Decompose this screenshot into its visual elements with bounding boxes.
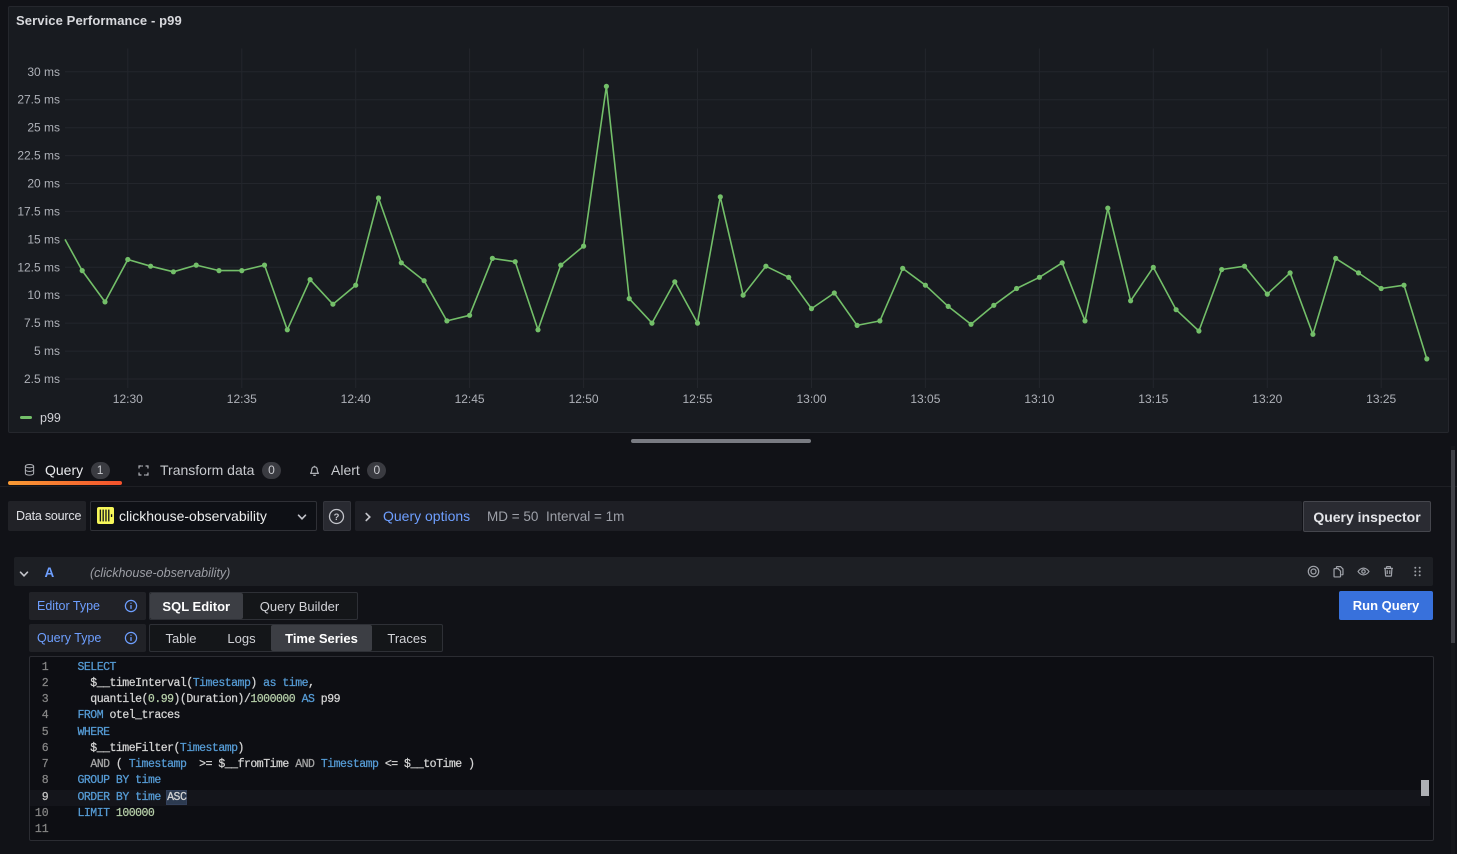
svg-text:13:20: 13:20 [1252, 392, 1282, 406]
svg-text:13:25: 13:25 [1366, 392, 1396, 406]
svg-text:12:40: 12:40 [341, 392, 371, 406]
svg-text:12:55: 12:55 [682, 392, 712, 406]
svg-text:10 ms: 10 ms [27, 288, 60, 302]
svg-text:13:00: 13:00 [796, 392, 826, 406]
svg-text:27.5 ms: 27.5 ms [17, 93, 60, 107]
svg-text:13:10: 13:10 [1024, 392, 1054, 406]
svg-text:13:15: 13:15 [1138, 392, 1168, 406]
svg-text:12:30: 12:30 [113, 392, 143, 406]
svg-text:25 ms: 25 ms [27, 121, 60, 135]
svg-text:7.5 ms: 7.5 ms [24, 316, 60, 330]
svg-text:30 ms: 30 ms [27, 65, 60, 79]
svg-text:22.5 ms: 22.5 ms [17, 149, 60, 163]
svg-text:2.5 ms: 2.5 ms [24, 372, 60, 386]
svg-text:20 ms: 20 ms [27, 177, 60, 191]
svg-text:13:05: 13:05 [910, 392, 940, 406]
svg-text:?: ? [334, 512, 340, 523]
svg-text:12.5 ms: 12.5 ms [17, 260, 60, 274]
svg-text:12:35: 12:35 [227, 392, 257, 406]
svg-text:12:50: 12:50 [569, 392, 599, 406]
svg-text:12:45: 12:45 [455, 392, 485, 406]
svg-text:17.5 ms: 17.5 ms [17, 204, 60, 218]
svg-text:5 ms: 5 ms [34, 344, 60, 358]
svg-text:15 ms: 15 ms [27, 232, 60, 246]
